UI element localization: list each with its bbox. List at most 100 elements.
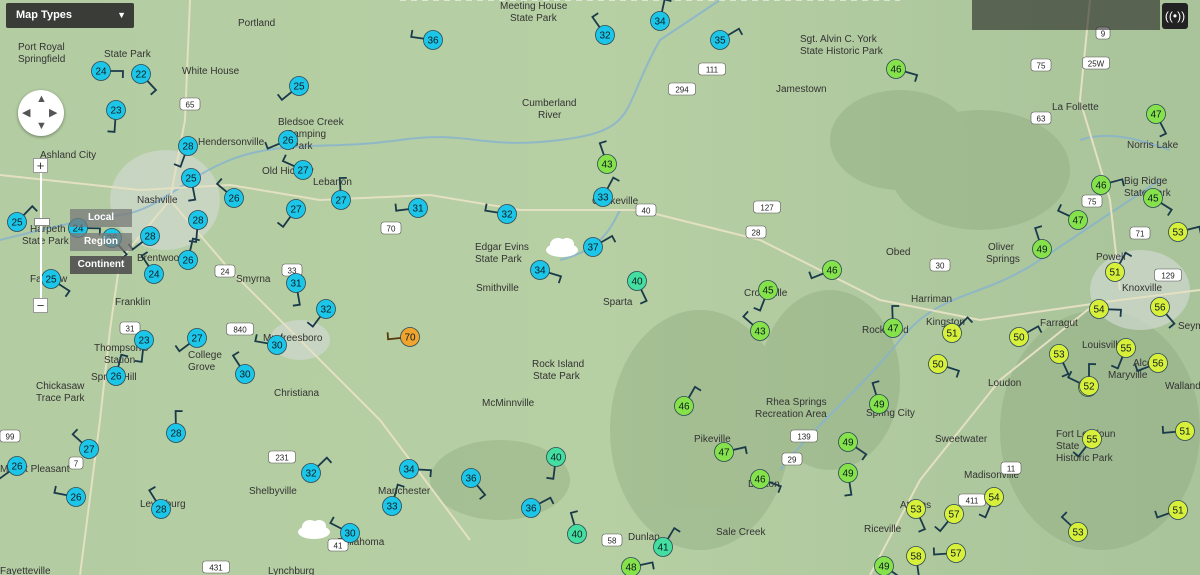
place-label: La Follette [1052, 102, 1099, 113]
chevron-down-icon: ▼ [117, 10, 126, 20]
pan-down-icon[interactable]: ▼ [36, 120, 47, 132]
zoom-in-button[interactable]: + [33, 158, 48, 173]
station-temperature: 51 [1172, 506, 1184, 517]
place-label: Smyrna [236, 274, 271, 285]
place-label: State Historic Park [800, 46, 884, 57]
station-temperature: 46 [826, 266, 838, 277]
station-temperature: 36 [427, 36, 439, 47]
station-temperature: 41 [657, 543, 669, 554]
route-shield-label: 30 [936, 262, 945, 271]
station-temperature: 46 [678, 402, 690, 413]
station-temperature: 55 [1086, 435, 1098, 446]
station-temperature: 28 [192, 216, 204, 227]
station-temperature: 24 [95, 67, 107, 78]
place-label: Obed [886, 247, 910, 258]
station-temperature: 56 [1152, 359, 1164, 370]
pan-up-icon[interactable]: ▲ [36, 93, 47, 105]
place-label: Meeting House [500, 1, 568, 12]
map-types-dropdown[interactable]: Map Types ▼ [6, 3, 134, 28]
route-shield-label: 840 [233, 326, 247, 335]
pan-right-icon[interactable]: ▶ [49, 106, 57, 119]
scale-local-button[interactable]: Local [70, 209, 132, 227]
scale-continent-button[interactable]: Continent [70, 256, 132, 274]
place-label: State Park [510, 13, 558, 24]
route-shield-label: 129 [1161, 272, 1175, 281]
place-label: Loudon [988, 378, 1021, 389]
map-types-label: Map Types [16, 9, 73, 21]
route-shield-label: 111 [706, 66, 719, 75]
station-temperature: 43 [754, 327, 766, 338]
place-label: Portland [238, 18, 275, 29]
station-temperature: 26 [282, 136, 294, 147]
station-temperature: 25 [185, 174, 197, 185]
station-temperature: 40 [571, 530, 583, 541]
station-temperature: 70 [404, 333, 416, 344]
zoom-out-button[interactable]: − [33, 298, 48, 313]
station-temperature: 31 [290, 279, 302, 290]
scale-region-button[interactable]: Region [70, 233, 132, 251]
station-temperature: 26 [228, 194, 240, 205]
station-temperature: 46 [890, 65, 902, 76]
station-temperature: 31 [412, 204, 424, 215]
station-temperature: 53 [910, 505, 922, 516]
station-temperature: 28 [182, 142, 194, 153]
station-temperature: 30 [271, 341, 283, 352]
place-label: Manchester [378, 486, 431, 497]
station-temperature: 22 [135, 70, 147, 81]
station-temperature: 43 [601, 160, 613, 171]
place-label: Rhea Springs [766, 397, 827, 408]
station-temperature: 24 [148, 270, 160, 281]
place-label: State [1056, 441, 1080, 452]
place-label: Riceville [864, 524, 902, 535]
station-temperature: 57 [948, 510, 960, 521]
broadcast-icon[interactable]: ((•)) [1162, 3, 1188, 29]
station-temperature: 37 [587, 243, 599, 254]
station-temperature: 32 [501, 210, 513, 221]
zoom-slider-thumb[interactable] [34, 218, 50, 226]
route-shield-label: 58 [608, 537, 617, 546]
zoom-slider-track[interactable] [40, 170, 42, 300]
route-shield-label: 40 [642, 207, 651, 216]
station-temperature: 35 [714, 36, 726, 47]
route-shield-label: 63 [1037, 115, 1046, 124]
station-temperature: 34 [534, 266, 546, 277]
place-label: Trace Park [36, 393, 86, 404]
weather-map[interactable]: PortlandMeeting HouseState ParkPort Roya… [0, 0, 1200, 575]
route-shield-label: 70 [387, 225, 396, 234]
route-shield-label: 11 [1007, 465, 1016, 474]
station-temperature: 23 [138, 336, 150, 347]
route-shield-label: 29 [788, 456, 797, 465]
pan-left-icon[interactable]: ◀ [22, 106, 30, 119]
station-temperature: 26 [182, 256, 194, 267]
place-label: Ashland City [40, 150, 96, 161]
station-temperature: 25 [293, 82, 305, 93]
place-label: McMinnville [482, 398, 535, 409]
place-label: Hendersonville [198, 137, 265, 148]
route-shield-label: 75 [1088, 198, 1097, 207]
route-shield-label: 294 [675, 86, 689, 95]
station-temperature: 28 [144, 232, 156, 243]
station-temperature: 54 [1093, 305, 1105, 316]
place-label: Christiana [274, 388, 319, 399]
place-label: College [188, 350, 222, 361]
station-temperature: 30 [239, 370, 251, 381]
place-label: Grove [188, 362, 216, 373]
route-shield-label: 127 [760, 204, 774, 213]
pan-control[interactable]: ▲ ▼ ◀ ▶ [18, 90, 64, 136]
station-temperature: 25 [11, 218, 23, 229]
station-temperature: 53 [1053, 350, 1065, 361]
place-label: State Park [475, 254, 523, 265]
place-label: Chickasaw [36, 381, 85, 392]
station-temperature: 34 [654, 17, 666, 28]
station-temperature: 33 [597, 193, 609, 204]
route-shield-label: 411 [966, 497, 979, 506]
route-shield-label: 65 [186, 101, 195, 110]
route-shield-label: 75 [1037, 62, 1046, 71]
station-temperature: 47 [887, 324, 899, 335]
place-label: Port Royal [18, 42, 65, 53]
station-temperature: 51 [1109, 268, 1121, 279]
station-temperature: 47 [718, 448, 730, 459]
station-temperature: 27 [335, 196, 347, 207]
place-label: Lynchburg [268, 566, 314, 575]
station-temperature: 32 [305, 469, 317, 480]
